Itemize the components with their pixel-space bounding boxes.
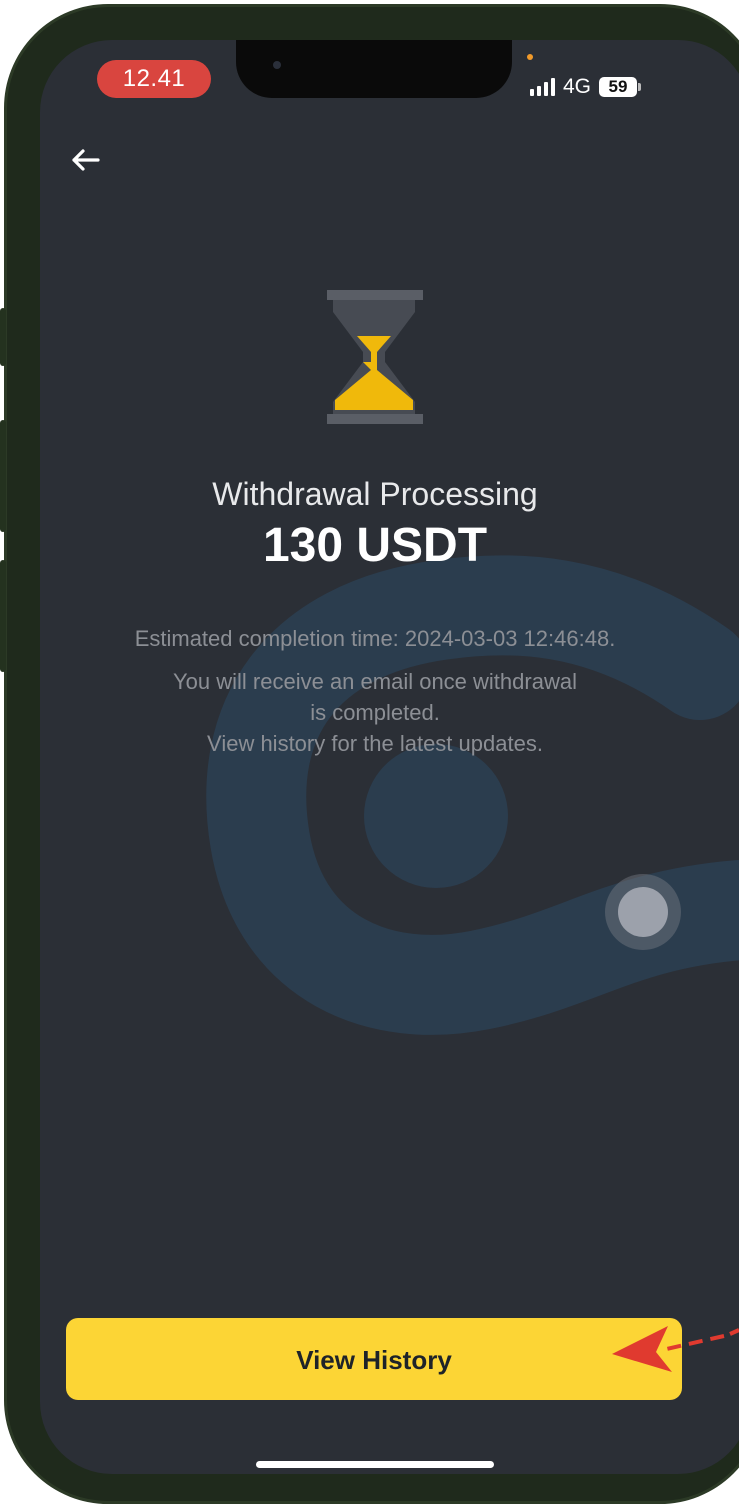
front-camera [273, 61, 281, 69]
hourglass-icon [327, 290, 423, 424]
home-indicator[interactable] [256, 1461, 494, 1468]
back-button[interactable] [64, 140, 106, 180]
withdrawal-amount: 130 USDT [262, 519, 488, 572]
view-history-button[interactable]: View History [66, 1318, 682, 1400]
info-line: You will receive an email once withdrawa… [173, 669, 577, 694]
status-indicators: 4G 59 [530, 74, 642, 100]
info-text: You will receive an email once withdrawa… [135, 666, 615, 759]
signal-icon [530, 78, 555, 96]
network-type: 4G [563, 75, 592, 98]
status-time: 12.41 [97, 60, 211, 98]
mic-indicator-dot [527, 54, 533, 60]
battery-icon: 59 [599, 77, 642, 97]
volume-up-button [0, 420, 6, 532]
info-line: is completed. [310, 700, 440, 725]
info-line: View history for the latest updates. [207, 731, 543, 756]
notch [236, 40, 512, 98]
volume-down-button [0, 560, 6, 672]
page-title: Withdrawal Processing [212, 476, 538, 512]
estimated-completion-text: Estimated completion time: 2024-03-03 12… [134, 626, 616, 651]
battery-level: 59 [608, 77, 628, 96]
app-screen: 12.41 4G 59 Withdrawal Processing 130 US… [40, 40, 739, 1474]
assistive-touch-button[interactable] [605, 874, 681, 950]
mute-switch [0, 308, 6, 366]
arrow-left-icon [72, 149, 100, 171]
